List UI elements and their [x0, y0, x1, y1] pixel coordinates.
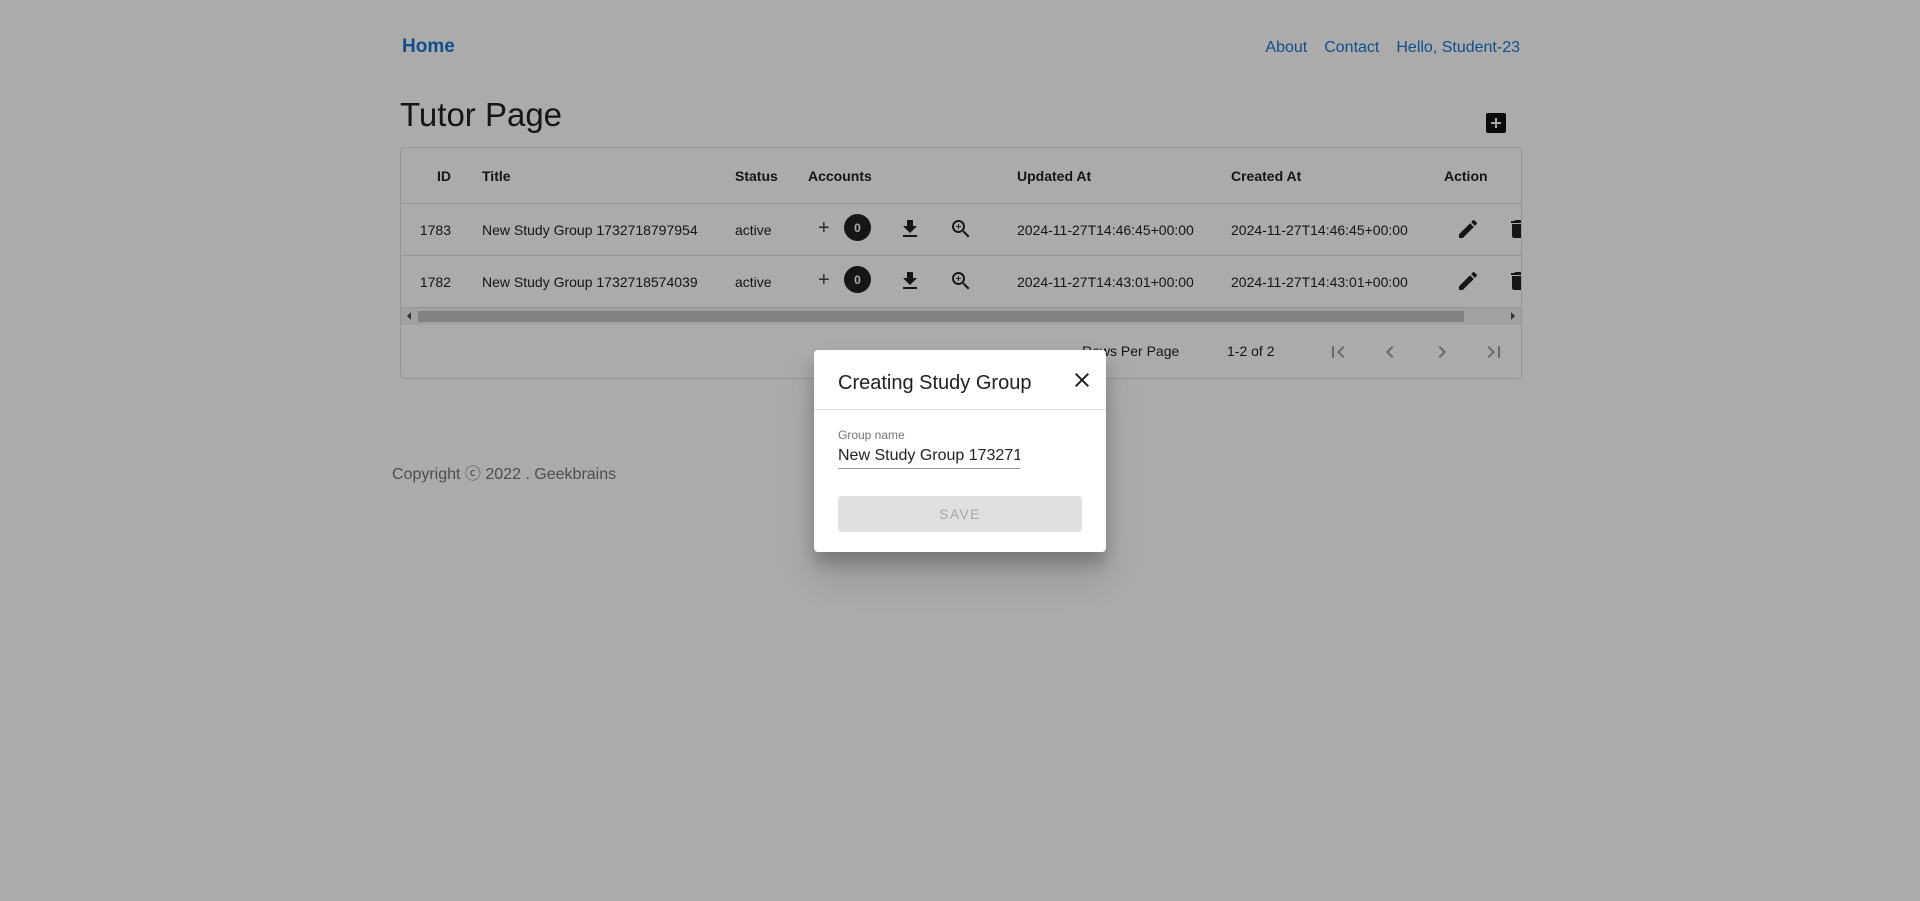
close-icon[interactable] — [1070, 368, 1094, 392]
group-name-input[interactable] — [838, 444, 1020, 469]
group-name-label: Group name — [838, 428, 905, 442]
dialog-title: Creating Study Group — [838, 372, 1032, 394]
save-button[interactable]: SAVE — [838, 496, 1082, 532]
create-study-group-dialog: Creating Study Group Group name SAVE — [814, 350, 1106, 552]
dialog-divider — [814, 409, 1106, 410]
